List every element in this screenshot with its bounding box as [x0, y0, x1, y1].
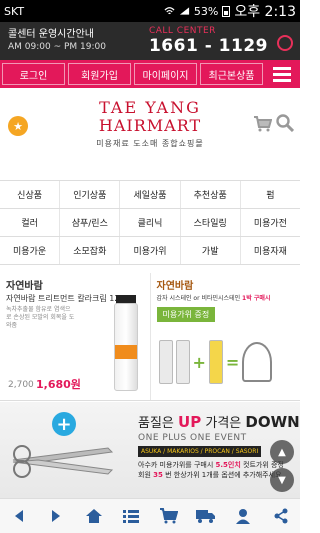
category-gown[interactable]: 미용가운 — [0, 237, 61, 264]
promo-brands: ASUKA / MAKARIOS / PROCAN / SASORI — [138, 446, 262, 457]
call-hours-time: AM 09:00 ~ PM 19:00 — [8, 42, 106, 52]
delivery-truck-icon[interactable] — [194, 504, 218, 528]
product-banner-treatment[interactable]: 자연바람 자연바람 트리트먼트 칼라크림 120g 녹차추출물 함유로 염색으로… — [0, 273, 151, 400]
category-row: 컬러 샴푸/린스 클리닉 스타일링 미용가전 — [0, 209, 300, 237]
status-bar: SKT 53% 오후 2:13 — [0, 0, 300, 22]
home-icon[interactable] — [82, 504, 106, 528]
category-row: 신상품 인기상품 세일상품 추천상품 펌 — [0, 181, 300, 209]
category-appliances[interactable]: 미용가전 — [241, 209, 300, 236]
category-perm[interactable]: 펌 — [241, 181, 300, 208]
category-row: 미용가운 소모잡화 미용가위 가발 미용자재 — [0, 237, 300, 265]
category-recommended[interactable]: 추천상품 — [181, 181, 241, 208]
promo-text-line1: 아수카 미용가위를 구매시 5.5인치 컷트가위 증정 — [138, 461, 284, 469]
category-grid: 신상품 인기상품 세일상품 추천상품 펌 컬러 샴푸/린스 클리닉 스타일링 미… — [0, 180, 300, 265]
mypage-icon[interactable] — [232, 504, 256, 528]
top-nav: 로그인 회원가입 마이페이지 최근본상품 — [0, 60, 300, 88]
product-image — [114, 345, 137, 359]
banner-subtitle-highlight: 1박 구매시 — [242, 295, 271, 302]
category-color[interactable]: 컬러 — [0, 209, 61, 236]
banner-brand: 자연바람 — [6, 281, 43, 292]
banner-subtitle-prefix: 감자 시스테인 or 비타민시스테인 — [156, 295, 241, 302]
star-icon[interactable]: ★ — [8, 116, 28, 136]
call-hours-title: 콜센터 운영시간안내 — [8, 29, 94, 40]
banner-subtitle: 감자 시스테인 or 비타민시스테인 1박 구매시 — [157, 293, 295, 302]
promo-text-line2: 회원 35 번 한상가위 1개를 옵션에 추가해주세요 — [138, 471, 282, 479]
logo-area: TAE YANG HAIRMART 미용재료 도소매 종합쇼핑몰 ★ — [0, 88, 300, 180]
banner-row: 자연바람 자연바람 트리트먼트 칼라크림 120g 녹차추출물 함유로 염색으로… — [0, 273, 300, 401]
call-center-number[interactable]: 1661 - 1129 — [149, 36, 268, 56]
search-icon[interactable] — [276, 114, 294, 132]
call-center-label: CALL CENTER — [148, 26, 216, 36]
category-supplies[interactable]: 소모잡화 — [60, 237, 121, 264]
cart-icon[interactable] — [254, 116, 272, 132]
logo-tagline: 미용재료 도소매 종합쇼핑몰 — [96, 139, 204, 148]
scroll-down-icon[interactable]: ▼ — [270, 468, 294, 492]
headset-icon — [277, 35, 293, 51]
promo-event-label: ONE PLUS ONE EVENT — [138, 433, 247, 443]
category-new[interactable]: 신상품 — [0, 181, 61, 208]
share-icon[interactable] — [269, 504, 293, 528]
login-button[interactable]: 로그인 — [2, 63, 65, 85]
category-wig[interactable]: 가발 — [181, 237, 241, 264]
old-price: 2,700 — [8, 380, 34, 390]
category-clinic[interactable]: 클리닉 — [120, 209, 181, 236]
cart-icon[interactable] — [157, 504, 181, 528]
gift-badge: 미용가위 증정 — [156, 307, 216, 322]
call-center[interactable]: CALL CENTER 1661 - 1129 — [149, 26, 268, 56]
sale-price: 1,680원 — [36, 378, 81, 391]
category-styling[interactable]: 스타일링 — [181, 209, 241, 236]
bottom-nav — [0, 498, 300, 533]
category-sale[interactable]: 세일상품 — [120, 181, 181, 208]
mypage-button[interactable]: 마이페이지 — [134, 63, 197, 85]
plus-icon[interactable]: + — [52, 412, 76, 436]
banner-description: 녹차추출물 함유로 염색으로 손상된 모발의 회복을 도와줌 — [6, 306, 75, 329]
back-icon[interactable] — [7, 504, 31, 528]
recent-products-button[interactable]: 최근본상품 — [200, 63, 263, 85]
scissors-icon — [242, 342, 273, 382]
scissors-image — [12, 445, 114, 478]
forward-icon[interactable] — [44, 504, 68, 528]
promo-banner-cysteine[interactable]: 자연바람 감자 시스테인 or 비타민시스테인 1박 구매시 미용가위 증정 +… — [151, 273, 301, 400]
logo-line1[interactable]: TAE YANG — [0, 98, 300, 117]
scroll-up-icon[interactable]: ▲ — [270, 440, 294, 464]
battery-icon — [222, 5, 231, 17]
wifi-icon — [164, 7, 175, 15]
battery-percent: 53% — [193, 4, 219, 18]
signup-button[interactable]: 회원가입 — [68, 63, 131, 85]
carrier-label: SKT — [4, 4, 25, 18]
call-hours: 콜센터 운영시간안내 AM 09:00 ~ PM 19:00 — [8, 28, 149, 54]
category-materials[interactable]: 미용자재 — [241, 237, 300, 264]
call-center-bar: 콜센터 운영시간안내 AM 09:00 ~ PM 19:00 CALL CENT… — [0, 22, 300, 60]
banner-brand: 자연바람 — [156, 281, 194, 292]
category-shampoo[interactable]: 샴푸/린스 — [60, 209, 121, 236]
product-image: + = — [158, 334, 293, 390]
category-scissors[interactable]: 미용가위 — [120, 237, 181, 264]
list-icon[interactable] — [119, 504, 143, 528]
scissors-promo-banner[interactable]: + 품질은 UP 가격은 DOWN ONE PLUS ONE EVENT ASU… — [0, 402, 300, 498]
hamburger-menu-icon[interactable] — [266, 63, 298, 85]
signal-icon — [179, 7, 189, 15]
category-popular[interactable]: 인기상품 — [60, 181, 121, 208]
promo-headline: 품질은 UP 가격은 DOWN — [138, 413, 300, 431]
clock: 오후 2:13 — [234, 4, 296, 20]
